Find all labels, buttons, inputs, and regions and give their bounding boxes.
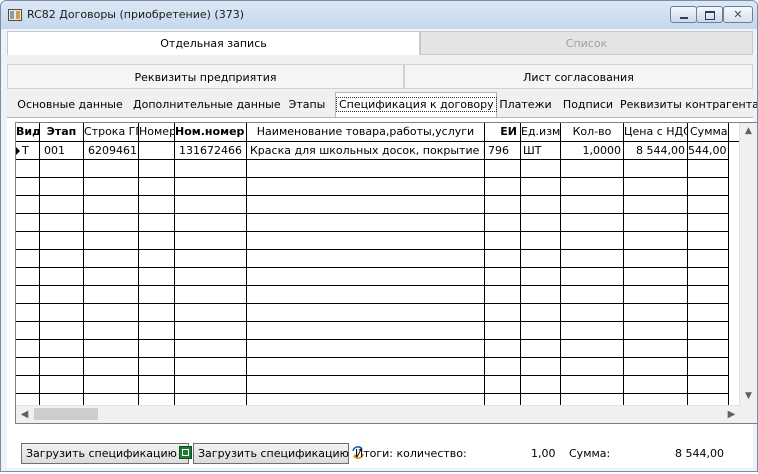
load-spec-excel-button[interactable]: Загрузить спецификацию <box>21 443 192 464</box>
tab-approval-sheet[interactable]: Лист согласования <box>404 64 753 89</box>
tab-additional-data[interactable]: Дополнительные данные <box>133 93 281 117</box>
cell-gp-line[interactable]: 62094615 <box>86 143 139 159</box>
cell-type[interactable]: Т <box>20 143 40 159</box>
tab-signatures[interactable]: Подписи <box>556 93 620 117</box>
horizontal-scrollbar[interactable]: ◀ ▶ <box>16 405 740 423</box>
scroll-right-icon[interactable]: ▶ <box>723 406 740 423</box>
maximize-button[interactable] <box>696 6 723 23</box>
totals-sum-value: 8 544,00 <box>675 447 724 460</box>
app-icon <box>8 9 22 21</box>
totals-quantity-value: 1,00 <box>531 447 556 460</box>
tab-payments[interactable]: Платежи <box>495 93 556 117</box>
close-button[interactable]: ✕ <box>723 6 753 23</box>
minimize-button[interactable] <box>670 6 697 23</box>
close-icon: ✕ <box>733 8 743 21</box>
col-header-quantity[interactable]: Кол-во <box>561 123 624 141</box>
cell-nom-number[interactable]: 131672466 <box>177 143 247 159</box>
col-header-price-vat[interactable]: Цена с НДС <box>624 123 688 141</box>
col-header-unit[interactable]: Ед.изм. <box>521 123 561 141</box>
col-header-number[interactable]: Номер <box>139 123 175 141</box>
col-header-nom-number[interactable]: Ном.номер Т <box>175 123 247 141</box>
main-window: RC82 Договоры (приобретение) (373) ✕ Отд… <box>0 0 758 472</box>
col-header-gp-line[interactable]: Строка ГП <box>84 123 139 141</box>
vertical-scrollbar[interactable]: ▲ ▼ <box>739 123 757 423</box>
load-spec-import-button[interactable]: Загрузить спецификацию <box>193 443 364 464</box>
cell-number[interactable] <box>140 143 174 159</box>
load-spec-import-label: Загрузить спецификацию <box>198 447 349 460</box>
cell-quantity[interactable]: 1,0000 <box>561 143 623 159</box>
tab-contract-specification[interactable]: Спецификация к договору <box>335 92 497 119</box>
tab-list[interactable]: Список <box>420 31 753 55</box>
load-spec-excel-label: Загрузить спецификацию <box>26 447 177 460</box>
cell-stage[interactable]: 001 <box>42 143 84 159</box>
totals-sum-label: Сумма: <box>569 447 611 460</box>
col-header-unit-code[interactable]: ЕИ <box>485 123 521 141</box>
specification-content: Вид : Этап Строка ГП Номер Ном.номер Т Н… <box>7 118 757 468</box>
grid-header: Вид : Этап Строка ГП Номер Ном.номер Т Н… <box>16 123 757 142</box>
col-header-stage[interactable]: Этап <box>40 123 84 141</box>
title-bar: RC82 Договоры (приобретение) (373) ✕ <box>1 1 757 29</box>
cell-price-vat[interactable]: 8 544,00 <box>624 143 687 159</box>
scroll-up-icon[interactable]: ▲ <box>740 123 757 140</box>
form-panel: Отдельная запись Список Реквизиты предпр… <box>7 31 757 468</box>
col-header-type[interactable]: Вид : <box>16 123 40 141</box>
tab-main-data[interactable]: Основные данные <box>7 93 133 117</box>
tab-company-details[interactable]: Реквизиты предприятия <box>7 64 404 89</box>
cell-item-name[interactable]: Краска для школьных досок, покрытие гриф… <box>248 143 484 159</box>
tab-stages[interactable]: Этапы <box>279 93 335 117</box>
window-title: RC82 Договоры (приобретение) (373) <box>27 8 245 21</box>
horizontal-scroll-thumb[interactable] <box>34 408 98 420</box>
col-header-item-name[interactable]: Наименование товара,работы,услуги <box>247 123 485 141</box>
cell-sum[interactable]: 544,00 <box>687 143 729 159</box>
excel-icon <box>178 446 192 459</box>
specification-grid[interactable]: Вид : Этап Строка ГП Номер Ном.номер Т Н… <box>15 122 757 424</box>
cell-unit[interactable]: ШТ <box>521 143 561 159</box>
totals-quantity-label: Итоги: количество: <box>355 447 467 460</box>
tab-single-record[interactable]: Отдельная запись <box>7 31 420 55</box>
col-header-sum[interactable]: Сумма <box>688 123 729 141</box>
scroll-down-icon[interactable]: ▼ <box>740 388 757 405</box>
cell-unit-code[interactable]: 796 <box>486 143 521 159</box>
tab-contract-specification-label: Спецификация к договору <box>336 97 497 112</box>
scroll-left-icon[interactable]: ◀ <box>16 406 33 423</box>
tab-counterparty-details[interactable]: Реквизиты контрагента <box>620 93 757 117</box>
